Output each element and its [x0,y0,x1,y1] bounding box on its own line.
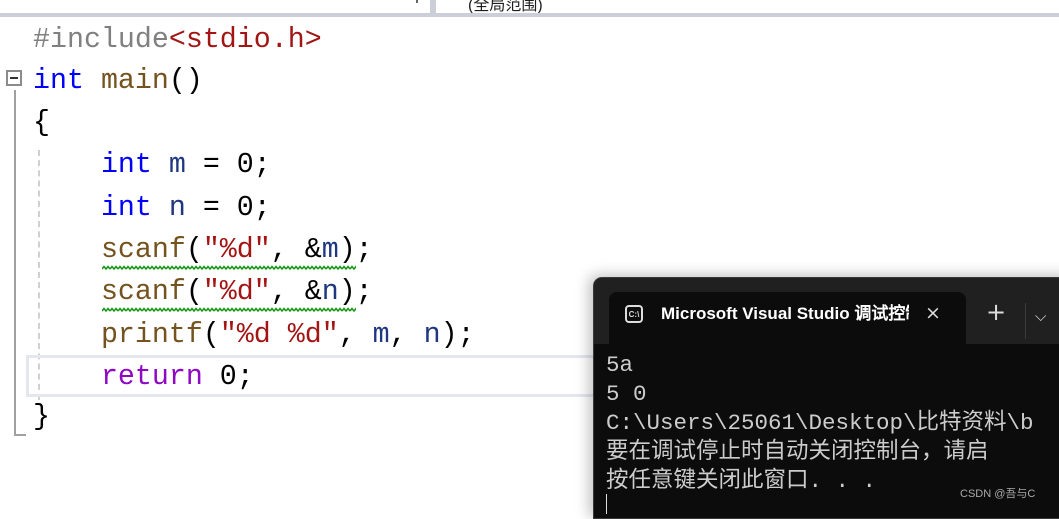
code-token: n [423,319,441,351]
terminal-tab[interactable]: C:\ Microsoft Visual Studio 调试控制台 × [609,292,966,344]
code-token: , [389,319,424,351]
code-token: int [100,149,152,181]
scope-dropdown[interactable]: (全局范围) [468,0,543,13]
code-line: int m = 0; [33,144,271,186]
divider [1025,303,1026,339]
code-token: ( [202,319,220,351]
close-icon[interactable]: × [925,301,941,325]
code-token: int [33,65,84,97]
chevron-down-icon[interactable]: ⌵ [1035,301,1046,331]
code-token: } [33,401,50,433]
outline-bar-end [14,434,26,436]
code-token: ); [440,319,475,351]
code-line: int n = 0; [33,187,271,229]
new-tab-icon[interactable]: + [986,297,1006,327]
tab-title: Microsoft Visual Studio 调试控制台 [661,304,909,323]
output-line: 5a [606,352,634,378]
code-line: int main() [33,60,203,102]
output-line: 要在调试停止时自动关闭控制台，请启 [606,439,989,465]
code-token: m [372,319,390,351]
code-token: { [33,107,50,139]
code-token: = 0; [185,149,271,181]
code-token: main [100,65,169,97]
code-token: int [100,192,152,224]
output-line: 5 0 [606,381,647,407]
code-token: = 0; [185,192,271,224]
code-token: "%d %d" [219,319,339,351]
terminal-tab-bar: C:\ Microsoft Visual Studio 调试控制台 × + ⌵ [594,278,1059,344]
collapse-toggle-icon[interactable] [6,70,22,86]
dropdown-arrow-icon[interactable] [416,0,418,3]
divider [430,0,436,13]
outline-bar [14,90,16,436]
code-token: n [168,192,186,224]
terminal-window[interactable]: C:\ Microsoft Visual Studio 调试控制台 × + ⌵ … [593,277,1059,519]
watermark: CSDN @吾与C [960,488,1036,500]
editor-top-border [0,13,1059,17]
code-token: #include [33,24,169,56]
scope-bar: (全局范围) [0,0,1059,13]
text-cursor [606,494,607,514]
code-line: { [33,102,50,144]
code-token: <stdio.h> [168,24,322,56]
output-line: 按任意键关闭此窗口. . . [606,468,877,494]
code-token: 0; [202,361,254,393]
code-token: m [168,149,186,181]
code-line: #include<stdio.h> [33,19,322,61]
code-token: , [338,319,373,351]
console-icon: C:\ [625,305,643,323]
code-line: } [33,396,50,438]
code-token: printf [100,319,203,351]
code-line: return 0; [33,356,254,398]
output-line: C:\Users\25061\Desktop\比特资料\b [606,410,1034,436]
warning-squiggle [102,307,356,313]
code-token: return [100,361,203,393]
code-line: printf("%d %d", m, n); [33,314,475,356]
code-token: () [168,65,203,97]
warning-squiggle [102,265,356,271]
